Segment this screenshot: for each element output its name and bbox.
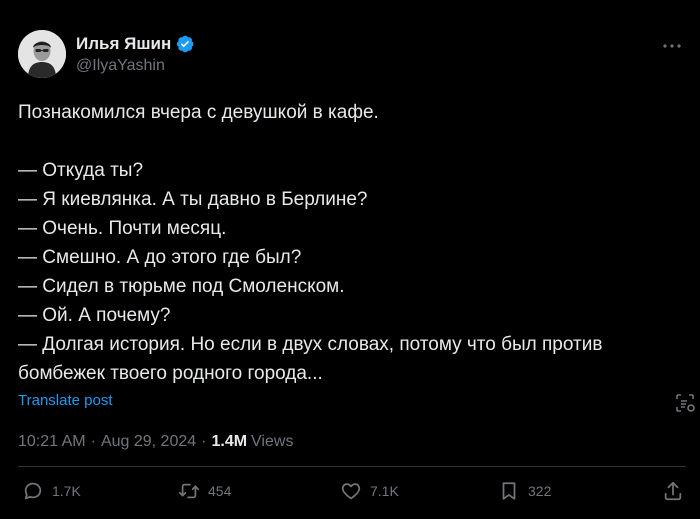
avatar[interactable] <box>18 30 66 78</box>
reply-icon <box>24 482 42 500</box>
post-time[interactable]: 10:21 AM <box>18 433 86 451</box>
post-meta: 10:21 AM · Aug 29, 2024 · 1.4M Views <box>18 433 688 451</box>
author-info: Илья Яшин @IlyaYashin <box>76 30 195 75</box>
verified-badge-icon[interactable] <box>175 34 195 54</box>
author-name[interactable]: Илья Яшин <box>76 34 171 54</box>
bookmark-icon <box>502 482 516 500</box>
share-icon[interactable] <box>662 480 684 502</box>
heart-icon <box>341 483 361 500</box>
post-date[interactable]: Aug 29, 2024 <box>101 433 196 451</box>
divider <box>18 466 686 467</box>
author-name-row: Илья Яшин <box>76 34 195 54</box>
reply-button[interactable]: 1.7K <box>22 480 81 502</box>
translate-post-link[interactable]: Translate post <box>18 392 688 409</box>
meta-separator: · <box>201 433 207 450</box>
views-label: Views <box>251 433 294 450</box>
bookmark-button[interactable]: 322 <box>498 480 551 502</box>
repost-icon <box>178 483 200 499</box>
repost-button[interactable]: 454 <box>178 480 231 502</box>
repost-count: 454 <box>208 483 232 499</box>
reply-count: 1.7K <box>52 483 81 499</box>
views-count: 1.4M <box>211 433 248 450</box>
post: Илья Яшин @IlyaYashin Познакомился вчера… <box>18 30 688 451</box>
grok-icon[interactable] <box>674 392 696 414</box>
post-text: Познакомился вчера с девушкой в кафе. — … <box>18 102 603 384</box>
bookmark-count: 322 <box>528 483 552 499</box>
author-handle[interactable]: @IlyaYashin <box>76 57 195 75</box>
avatar-image <box>18 30 66 78</box>
action-bar: 1.7K 454 7.1K 322 <box>22 480 688 506</box>
like-count: 7.1K <box>370 483 399 499</box>
more-dots-icon[interactable] <box>660 38 684 54</box>
post-header: Илья Яшин @IlyaYashin <box>18 30 688 82</box>
meta-separator: · <box>90 433 96 450</box>
like-button[interactable]: 7.1K <box>340 480 399 502</box>
